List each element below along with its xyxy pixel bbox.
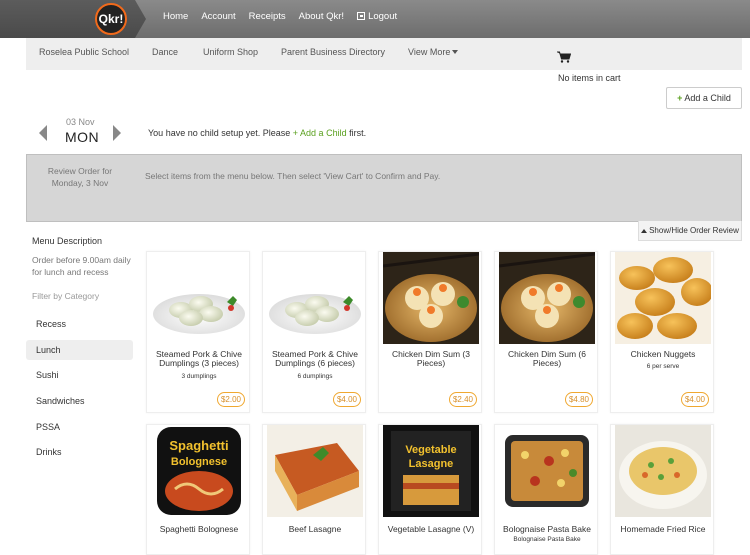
review-label-line1: Review Order for: [47, 166, 113, 176]
date-day: MON: [65, 129, 100, 145]
price-badge[interactable]: $4.80: [565, 392, 593, 407]
logout-icon: [357, 12, 366, 20]
nav-home[interactable]: Home: [163, 11, 188, 22]
nav-receipts[interactable]: Receipts: [249, 11, 286, 22]
menu-item-name: Beef Lasagne: [288, 524, 342, 534]
prev-day-arrow-icon[interactable]: [39, 125, 47, 141]
subnav-parent-business-directory[interactable]: Parent Business Directory: [281, 47, 385, 57]
menu-item-card[interactable]: Steamed Pork & Chive Dumplings (6 pieces…: [262, 251, 366, 413]
menu-item-sub: Bolognaise Pasta Bake: [513, 536, 581, 543]
logout-label: Logout: [368, 11, 398, 22]
menu-item-name: Homemade Fried Rice: [620, 524, 706, 534]
price-badge[interactable]: $2.00: [217, 392, 245, 407]
menu-item-name: Chicken Nuggets: [630, 349, 696, 359]
svg-text:Bolognese: Bolognese: [171, 456, 227, 468]
caret-up-icon: [641, 228, 648, 233]
menu-item-card[interactable]: Homemade Fried Rice: [610, 424, 714, 555]
nuggets-image: [615, 252, 711, 344]
no-child-message: You have no child setup yet. Please + Ad…: [148, 128, 366, 138]
review-label-line2: Monday, 3 Nov: [51, 178, 109, 188]
menu-description-note: Order before 9.00am daily for lunch and …: [32, 255, 131, 277]
dumplings-image: [267, 252, 363, 344]
no-child-text-before: You have no child setup yet. Please: [148, 128, 293, 138]
svg-text:Lasagne: Lasagne: [409, 458, 454, 470]
school-nav: Roselea Public School Dance Uniform Shop…: [26, 38, 742, 70]
date-small: 03 Nov: [66, 117, 95, 127]
menu-item-card[interactable]: Steamed Pork & Chive Dumplings (3 pieces…: [146, 251, 250, 413]
menu-item-name: Bolognaise Pasta Bake: [503, 524, 591, 534]
category-recess[interactable]: Recess: [26, 314, 133, 334]
subnav-school[interactable]: Roselea Public School: [39, 47, 129, 57]
show-hide-order-review-button[interactable]: Show/Hide Order Review: [638, 221, 742, 241]
menu-item-card[interactable]: Beef Lasagne: [262, 424, 366, 555]
menu-item-card[interactable]: Chicken Dim Sum (3 Pieces) $2.40: [378, 251, 482, 413]
price-badge[interactable]: $2.40: [449, 392, 477, 407]
cart-status: No items in cart: [558, 73, 621, 83]
order-review-panel: Review Order for Monday, 3 Nov Select it…: [26, 154, 742, 222]
dimsum-image: [383, 252, 479, 344]
add-child-link[interactable]: + Add a Child: [293, 128, 347, 138]
fried-rice-image: [615, 425, 711, 517]
price-badge[interactable]: $4.00: [681, 392, 709, 407]
next-day-arrow-icon[interactable]: [113, 125, 121, 141]
pasta-bake-image: [499, 425, 595, 517]
category-pssa[interactable]: PSSA: [26, 417, 133, 437]
menu-item-card[interactable]: Bolognaise Pasta Bake Bolognaise Pasta B…: [494, 424, 598, 555]
category-drinks[interactable]: Drinks: [26, 442, 133, 462]
menu-item-card[interactable]: Chicken Nuggets 6 per serve $4.00: [610, 251, 714, 413]
show-hide-label: Show/Hide Order Review: [649, 226, 739, 235]
menu-item-name: Steamed Pork & Chive Dumplings (3 pieces…: [156, 349, 242, 368]
dimsum-image: [499, 252, 595, 344]
add-child-link-label: Add a Child: [300, 128, 347, 138]
menu-item-card[interactable]: Vegetable Lasagne Vegetable Lasagne (V): [378, 424, 482, 555]
category-sushi[interactable]: Sushi: [26, 365, 133, 385]
menu-item-card[interactable]: Spaghetti Bolognese Spaghetti Bolognese: [146, 424, 250, 555]
nav-account[interactable]: Account: [201, 11, 235, 22]
subnav-uniform-shop[interactable]: Uniform Shop: [203, 47, 258, 57]
menu-item-sub: 6 dumplings: [297, 373, 333, 380]
lasagne-image: [267, 425, 363, 517]
subnav-view-more[interactable]: View More: [408, 47, 459, 57]
review-order-label: Review Order for Monday, 3 Nov: [45, 165, 115, 189]
cart-icon[interactable]: [557, 51, 571, 63]
spaghetti-pack-image: Spaghetti Bolognese: [151, 425, 247, 517]
menu-item-card[interactable]: Chicken Dim Sum (6 Pieces) $4.80: [494, 251, 598, 413]
chevron-down-icon: [452, 50, 459, 54]
top-bar: Qkr! Home Account Receipts About Qkr! Lo…: [0, 0, 750, 38]
logout-link[interactable]: Logout: [357, 11, 397, 22]
add-child-button[interactable]: + Add a Child: [666, 87, 742, 109]
no-child-text-after: first.: [346, 128, 367, 138]
category-sandwiches[interactable]: Sandwiches: [26, 391, 133, 411]
filter-by-category-label: Filter by Category: [32, 291, 100, 301]
subnav-dance[interactable]: Dance: [152, 47, 178, 57]
svg-text:Spaghetti: Spaghetti: [169, 438, 228, 453]
menu-item-sub: 3 dumplings: [181, 373, 217, 380]
qkr-logo[interactable]: Qkr!: [95, 3, 127, 35]
top-nav: Home Account Receipts About Qkr! Logout: [163, 11, 410, 22]
menu-item-sub: 6 per serve: [646, 363, 680, 370]
menu-item-name: Spaghetti Bolognese: [159, 524, 239, 534]
review-instructions: Select items from the menu below. Then s…: [145, 171, 441, 181]
plus-icon: +: [292, 128, 301, 138]
nav-about[interactable]: About Qkr!: [299, 11, 344, 22]
svg-text:Vegetable: Vegetable: [405, 444, 456, 456]
add-child-label: Add a Child: [684, 93, 731, 103]
menu-item-name: Vegetable Lasagne (V): [387, 524, 475, 534]
menu-item-name: Steamed Pork & Chive Dumplings (6 pieces…: [272, 349, 358, 368]
plus-icon: +: [677, 93, 683, 103]
menu-item-name: Chicken Dim Sum (3 Pieces): [392, 349, 470, 368]
view-more-label: View More: [408, 47, 451, 57]
vegetable-lasagne-pack-image: Vegetable Lasagne: [383, 425, 479, 517]
menu-item-name: Chicken Dim Sum (6 Pieces): [508, 349, 586, 368]
menu-description-title: Menu Description: [32, 236, 103, 246]
dumplings-image: [151, 252, 247, 344]
category-lunch[interactable]: Lunch: [26, 340, 133, 360]
price-badge[interactable]: $4.00: [333, 392, 361, 407]
